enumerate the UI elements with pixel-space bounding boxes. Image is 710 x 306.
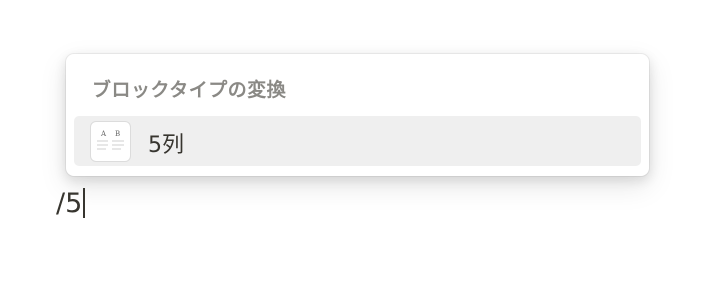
menu-item-label: 5列 <box>148 133 184 158</box>
menu-header: ブロックタイプの変換 <box>92 79 287 101</box>
icon-letter-a: A <box>100 130 107 138</box>
editor-typed-text[interactable]: /5 <box>56 186 85 222</box>
menu-item-5-columns[interactable]: A B 5列 <box>74 116 641 166</box>
icon-letter-b: B <box>115 130 120 138</box>
columns-icon: A B <box>90 121 131 162</box>
text-caret <box>83 188 85 218</box>
block-type-conversion-menu: ブロックタイプの変換 A B 5列 <box>66 54 649 176</box>
typed-command: /5 <box>56 188 83 219</box>
